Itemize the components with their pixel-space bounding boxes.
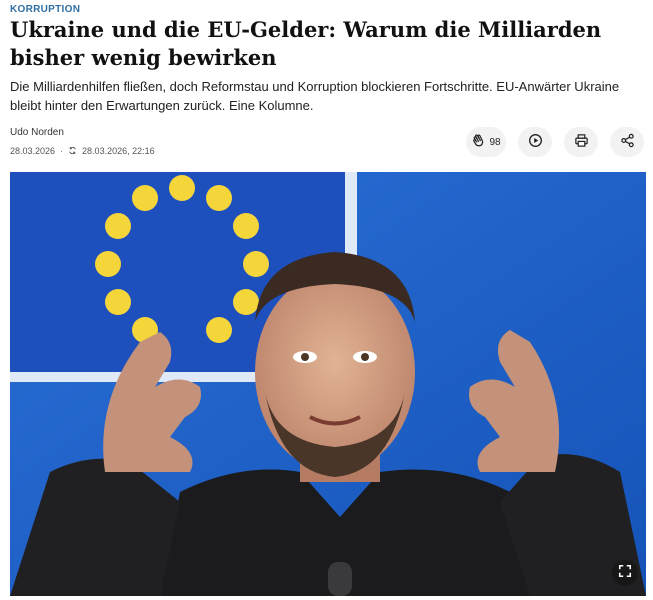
print-icon	[574, 133, 589, 151]
update-date: 28.03.2026, 22:16	[82, 146, 155, 156]
hero-photo-illustration	[10, 172, 646, 596]
share-button[interactable]	[610, 127, 644, 157]
expand-icon	[618, 564, 632, 583]
play-icon	[528, 133, 543, 151]
clap-count: 98	[489, 136, 501, 148]
expand-image-button[interactable]	[612, 560, 638, 586]
clap-button[interactable]: 98	[466, 127, 506, 157]
article-teaser: Die Milliardenhilfen fließen, doch Refor…	[10, 79, 620, 113]
author-name[interactable]: Udo Norden	[10, 127, 64, 138]
print-button[interactable]	[564, 127, 598, 157]
article-actions: 98	[466, 127, 644, 157]
refresh-icon	[68, 146, 77, 156]
meta-separator: ·	[60, 146, 64, 156]
hero-image[interactable]	[10, 172, 646, 596]
play-audio-button[interactable]	[518, 127, 552, 157]
publish-date: 28.03.2026	[10, 146, 56, 156]
article-headline: Ukraine und die EU-Gelder: Warum die Mil…	[10, 17, 602, 70]
category-kicker[interactable]: KORRUPTION	[10, 4, 80, 15]
article-dates: 28.03.2026 · 28.03.2026, 22:16	[10, 146, 155, 156]
share-icon	[620, 133, 635, 151]
person-face	[255, 272, 415, 472]
clap-icon	[471, 133, 486, 151]
